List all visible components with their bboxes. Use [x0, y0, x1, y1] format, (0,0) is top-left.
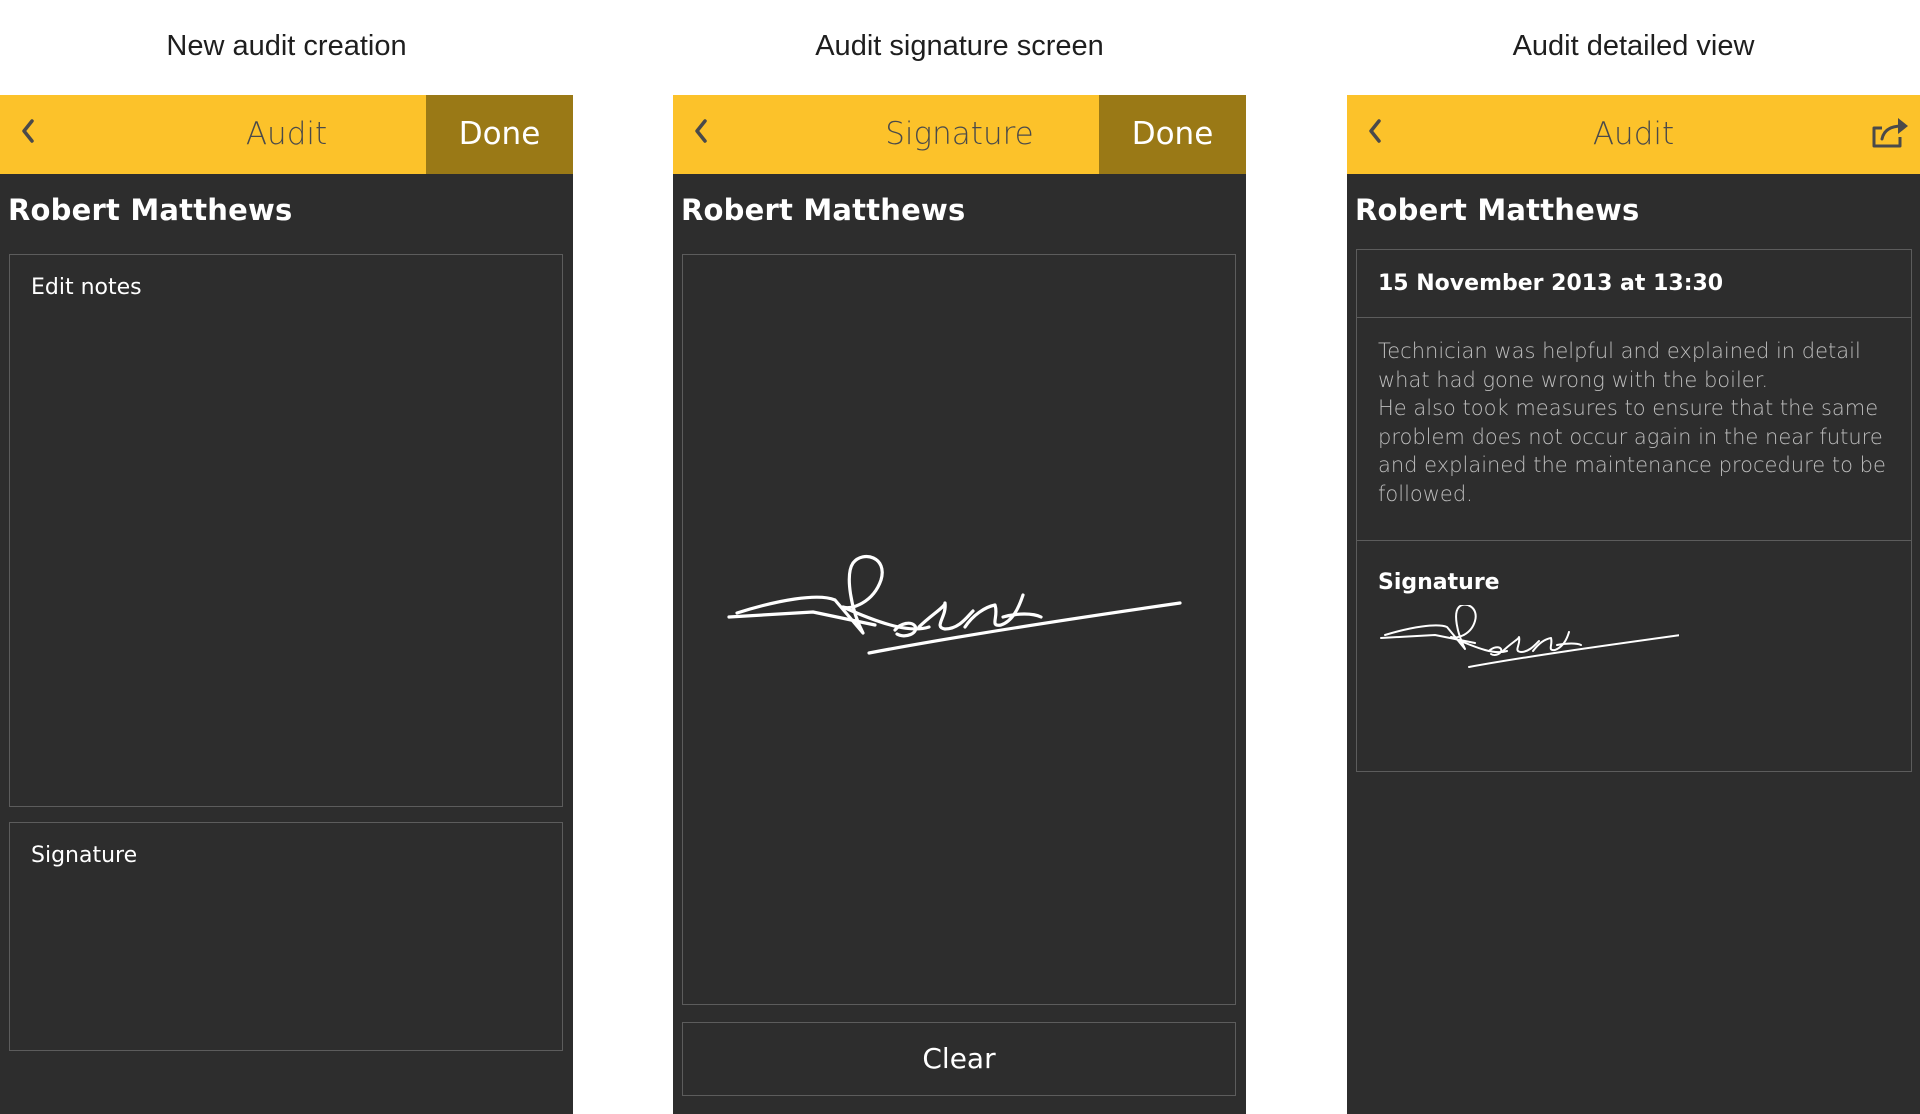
notes-line: problem does not occur again in the near… — [1378, 424, 1883, 449]
audit-date: 15 November 2013 at 13:30 — [1378, 271, 1724, 296]
nav-title: Audit — [1592, 116, 1675, 152]
back-button[interactable] — [1365, 113, 1389, 149]
signature-label: Signature — [1378, 570, 1500, 595]
done-button[interactable]: Done — [426, 95, 573, 174]
share-icon — [1872, 118, 1908, 148]
audit-date-row: 15 November 2013 at 13:30 — [1357, 250, 1911, 318]
signature-image — [1380, 605, 1679, 668]
notes-placeholder: Edit notes — [31, 275, 142, 300]
screen-signature: Signature Done Robert Matthews Clear — [673, 95, 1246, 1114]
chevron-left-icon — [22, 119, 34, 143]
share-button[interactable] — [1870, 113, 1910, 153]
notes-line: followed. — [1378, 481, 1473, 506]
handwritten-signature — [727, 554, 1182, 655]
done-button[interactable]: Done — [1099, 95, 1246, 174]
screen-new-audit: Audit Done Robert Matthews Edit notes Si… — [0, 95, 573, 1114]
back-button[interactable] — [691, 113, 715, 149]
signature-label: Signature — [31, 843, 138, 868]
caption-audit-detailed-view: Audit detailed view — [1512, 30, 1755, 62]
notes-textarea[interactable]: Edit notes — [9, 254, 563, 807]
person-name: Robert Matthews — [1355, 193, 1640, 227]
back-button[interactable] — [18, 113, 42, 149]
chevron-left-icon — [695, 119, 707, 143]
notes-line: He also took measures to ensure that the… — [1378, 396, 1879, 421]
notes-line: Technician was helpful and explained in … — [1378, 339, 1861, 363]
person-name: Robert Matthews — [8, 193, 293, 227]
navbar: Signature Done — [673, 95, 1246, 174]
signature-field[interactable]: Signature — [9, 822, 563, 1051]
signature-pad[interactable] — [682, 254, 1236, 1005]
navbar: Audit Done — [0, 95, 573, 174]
navbar: Audit — [1347, 95, 1920, 174]
notes-line: and explained the maintenance procedure … — [1378, 453, 1886, 478]
caption-new-audit-creation: New audit creation — [166, 30, 407, 62]
clear-button[interactable]: Clear — [682, 1022, 1236, 1096]
notes-line: what had gone wrong with the boiler. — [1378, 367, 1769, 392]
divider — [1357, 540, 1911, 541]
screen-audit-detail: Audit Robert Matthews 15 November 2013 a… — [1347, 95, 1920, 1114]
caption-audit-signature-screen: Audit signature screen — [815, 30, 1104, 62]
person-name: Robert Matthews — [681, 193, 966, 227]
chevron-left-icon — [1369, 119, 1381, 143]
audit-notes: Technician was helpful and explained in … — [1378, 337, 1898, 509]
audit-detail-card: 15 November 2013 at 13:30 Technician was… — [1356, 249, 1912, 772]
